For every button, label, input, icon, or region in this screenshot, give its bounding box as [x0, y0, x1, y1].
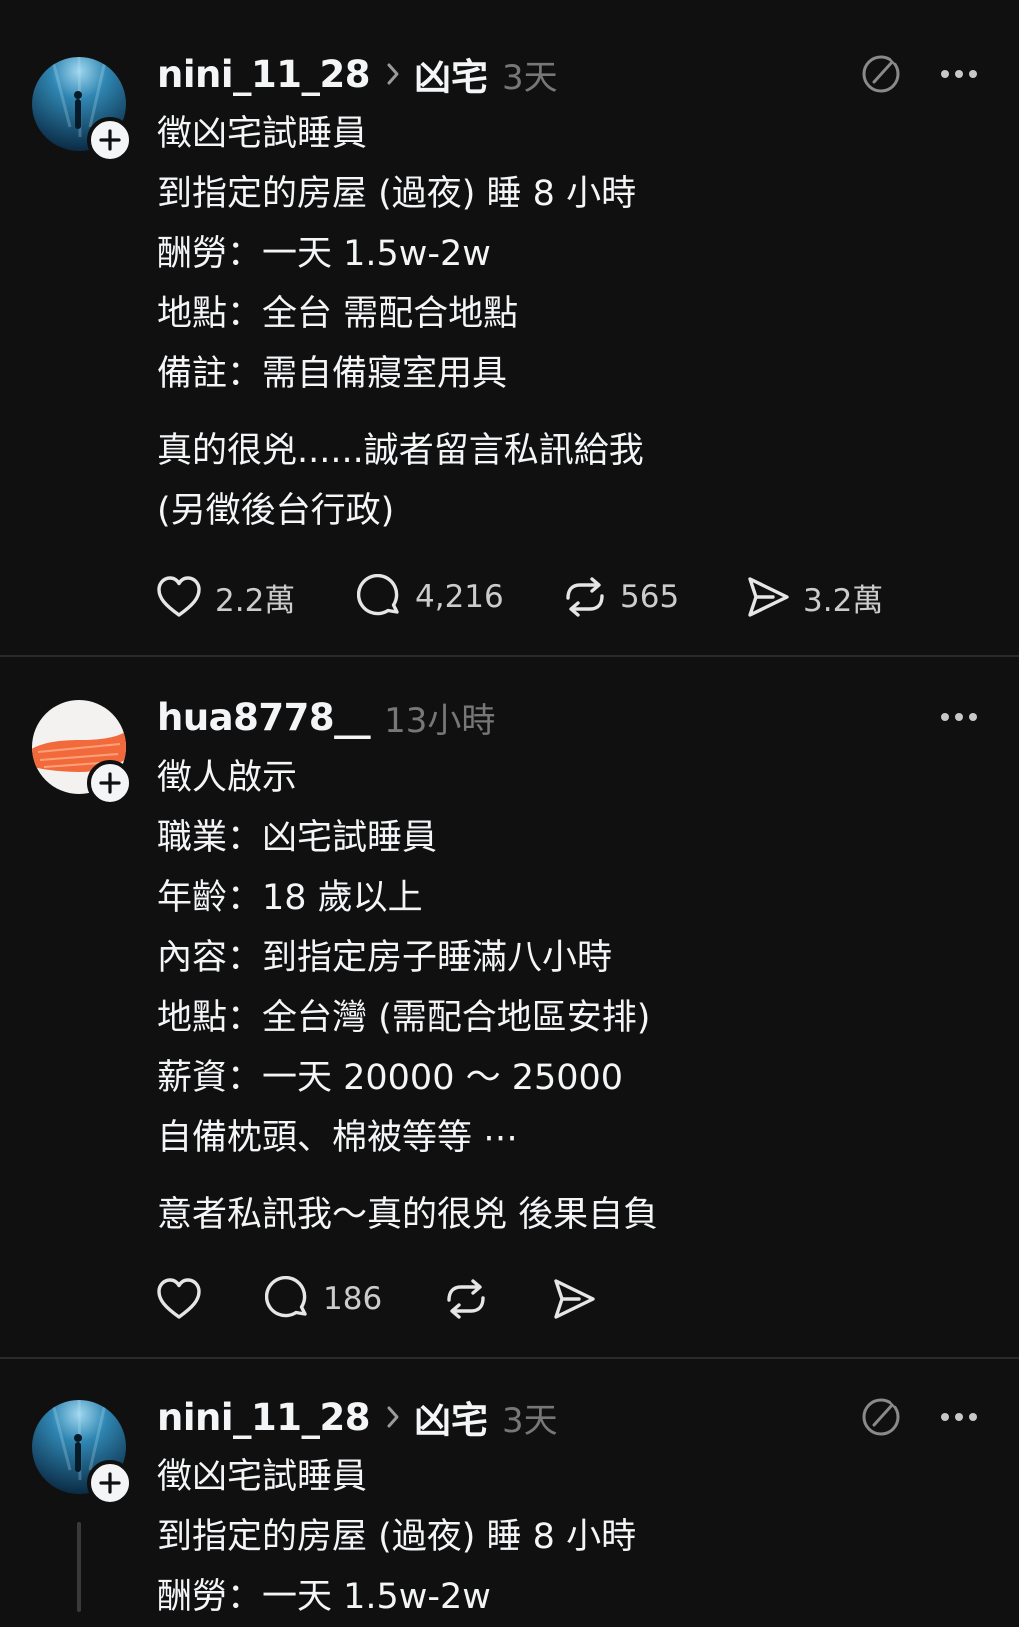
comment-button[interactable]: 186: [265, 1274, 443, 1324]
follow-button[interactable]: [87, 117, 133, 163]
post-time: 3天: [502, 1400, 558, 1441]
heart-icon: [157, 576, 201, 617]
post-line: 到指定的房屋 (過夜) 睡 8 小時: [157, 1517, 637, 1557]
comment-icon: [265, 1276, 307, 1318]
comment-count: 186: [323, 1281, 383, 1317]
post-actions: 2.2萬 4,216 565 3.2萬: [155, 572, 945, 622]
avatar[interactable]: [32, 57, 133, 163]
more-icon[interactable]: [940, 701, 978, 737]
post-line: (另徵後台行政): [157, 491, 395, 531]
avatar[interactable]: [32, 700, 133, 806]
post-line: 薪資：一天 20000 ～ 25000: [157, 1058, 624, 1098]
thread-line: [77, 1522, 81, 1612]
post-line: 自備枕頭、棉被等等 ⋯: [157, 1118, 519, 1158]
post-line: 徵凶宅試睡員: [157, 114, 368, 154]
post-line: 酬勞：一天 1.5w-2w: [157, 234, 491, 274]
follow-plus-icon: [99, 1472, 121, 1494]
post-line: 到指定的房屋 (過夜) 睡 8 小時: [157, 174, 637, 214]
post-divider: [0, 655, 1019, 657]
post-line: 內容：到指定房子睡滿八小時: [157, 938, 613, 978]
username[interactable]: nini_11_28: [157, 53, 371, 96]
heart-icon: [157, 1278, 201, 1319]
comment-button[interactable]: 4,216: [357, 572, 562, 622]
topic-chevron-icon: [386, 1405, 400, 1429]
post-line: 徵凶宅試睡員: [157, 1457, 368, 1497]
post-divider: [0, 1357, 1019, 1359]
post-header: nini_11_28 凶宅 3天: [157, 1390, 558, 1444]
post-line: 真的很兇......誠者留言私訊給我: [157, 431, 644, 471]
post-line: 備註：需自備寢室用具: [157, 354, 508, 394]
post-body: 徵凶宅試睡員 到指定的房屋 (過夜) 睡 8 小時 酬勞：一天 1.5w-2w: [157, 1447, 636, 1627]
edit-status-icon[interactable]: [860, 52, 904, 100]
username[interactable]: nini_11_28: [157, 1396, 371, 1439]
avatar[interactable]: [32, 1400, 133, 1506]
follow-button[interactable]: [87, 760, 133, 806]
post-line: 地點：全台 需配合地點: [157, 294, 519, 334]
post-line: 酬勞：一天 1.5w-2w: [157, 1577, 491, 1617]
like-count: 2.2萬: [215, 582, 296, 619]
share-button[interactable]: [551, 1274, 611, 1324]
username[interactable]: hua8778__: [157, 696, 371, 739]
topic-tag[interactable]: 凶宅: [414, 47, 488, 101]
comment-icon: [357, 574, 399, 616]
share-count: 3.2萬: [803, 582, 884, 619]
like-button[interactable]: [155, 1274, 265, 1324]
repost-count: 565: [620, 579, 680, 615]
post-body: 徵人啟示 職業：凶宅試睡員 年齡：18 歲以上 內容：到指定房子睡滿八小時 地點…: [157, 748, 658, 1245]
post-line: 地點：全台灣 (需配合地區安排): [157, 998, 651, 1038]
post-time: 3天: [502, 57, 558, 98]
follow-plus-icon: [99, 772, 121, 794]
repost-button[interactable]: 565: [562, 572, 745, 622]
share-icon: [748, 577, 789, 617]
share-icon: [554, 1279, 595, 1319]
post-line: 意者私訊我～真的很兇 後果自負: [157, 1195, 659, 1235]
topic-chevron-icon: [386, 62, 400, 86]
more-icon[interactable]: [940, 1401, 978, 1437]
follow-plus-icon: [99, 129, 121, 151]
post-body: 徵凶宅試睡員 到指定的房屋 (過夜) 睡 8 小時 酬勞：一天 1.5w-2w …: [157, 104, 644, 541]
repost-button[interactable]: [443, 1274, 551, 1324]
share-button[interactable]: 3.2萬: [745, 572, 945, 622]
topic-tag[interactable]: 凶宅: [414, 1390, 488, 1444]
post-time: 13小時: [384, 700, 496, 741]
repost-icon: [566, 577, 604, 617]
post-header: hua8778__ 13小時: [157, 692, 495, 742]
comment-count: 4,216: [415, 579, 504, 615]
repost-icon: [447, 1279, 485, 1319]
post-header: nini_11_28 凶宅 3天: [157, 47, 558, 101]
more-icon[interactable]: [940, 58, 978, 94]
follow-button[interactable]: [87, 1460, 133, 1506]
post-actions: 186: [155, 1274, 611, 1324]
post-line: 年齡：18 歲以上: [157, 878, 423, 918]
like-button[interactable]: 2.2萬: [155, 572, 357, 622]
edit-status-icon[interactable]: [860, 1395, 904, 1443]
post-line: 徵人啟示: [157, 758, 298, 798]
post-line: 職業：凶宅試睡員: [157, 818, 438, 858]
